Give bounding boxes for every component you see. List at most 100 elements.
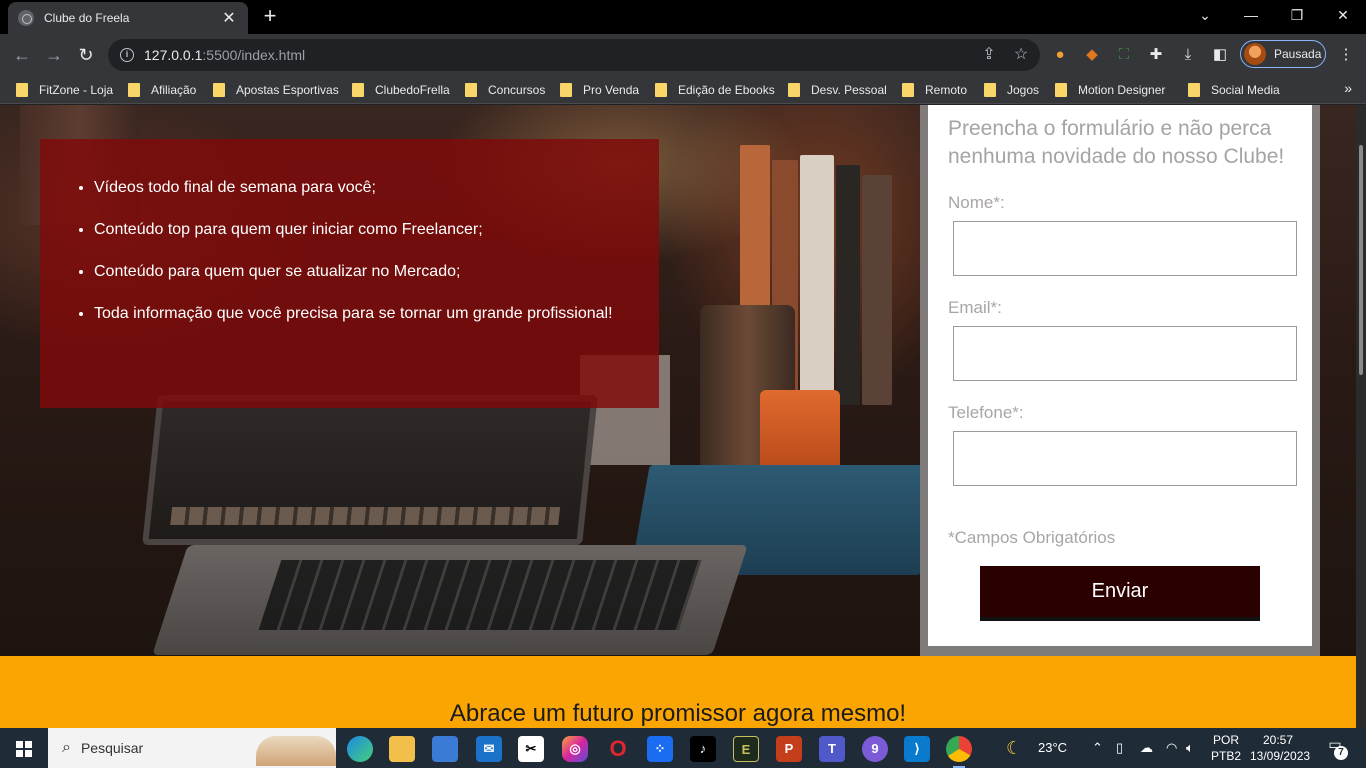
extension-frame-icon[interactable]: ⛶ — [1112, 43, 1136, 67]
bookmark-folder[interactable]: Concursos — [465, 82, 545, 98]
bookmark-folder[interactable]: Social Media — [1188, 82, 1280, 98]
share-icon[interactable]: ⇪ — [976, 39, 1002, 71]
bookmark-folder[interactable]: Jogos — [984, 82, 1039, 98]
background-book — [862, 175, 892, 405]
benefits-list: Vídeos todo final de semana para você; C… — [40, 139, 659, 324]
folder-icon — [465, 83, 477, 97]
clock-date: 13/09/2023 — [1250, 749, 1311, 763]
bookmark-label: Pro Venda — [583, 83, 640, 97]
benefits-box: Vídeos todo final de semana para você; C… — [40, 139, 659, 408]
bookmark-label: Desv. Pessoal — [811, 83, 887, 97]
bookmark-label: Social Media — [1211, 83, 1280, 97]
bookmark-label: Remoto — [925, 83, 968, 97]
bookmark-star-icon[interactable]: ☆ — [1008, 39, 1034, 71]
scrollbar-thumb[interactable] — [1359, 145, 1363, 375]
clock[interactable]: 20:57 13/09/2023 — [1250, 732, 1311, 764]
reload-icon[interactable]: ↻ — [74, 43, 98, 67]
extension-person-icon[interactable]: ● — [1048, 43, 1072, 67]
edge-icon[interactable] — [347, 736, 373, 762]
menu-kebab-icon[interactable]: ⋮ — [1334, 43, 1358, 67]
name-label: Nome*: — [948, 193, 1005, 212]
profile-label: Pausada — [1274, 47, 1322, 61]
language-indicator[interactable]: POR PTB2 — [1206, 732, 1246, 764]
folder-icon — [1188, 83, 1200, 97]
teams-icon[interactable]: T — [819, 736, 845, 762]
notifications-icon[interactable]: ▭ 7 — [1322, 736, 1348, 760]
folder-icon — [213, 83, 225, 97]
bookmark-folder[interactable]: Afiliação — [128, 82, 196, 98]
cloud-icon[interactable]: ☁ — [1140, 728, 1153, 768]
taskbar-search[interactable]: ⌕ Pesquisar — [48, 728, 336, 768]
new-tab-button[interactable]: + — [258, 4, 282, 28]
metamask-fox-icon[interactable]: ◆ — [1080, 43, 1104, 67]
signup-form-frame: Preencha o formulário e não perca nenhum… — [920, 105, 1320, 656]
side-panel-icon[interactable]: ◧ — [1208, 43, 1232, 67]
tab-title: Clube do Freela — [44, 11, 130, 25]
weather-temperature[interactable]: 23°C — [1038, 728, 1067, 768]
store-icon[interactable] — [432, 736, 458, 762]
start-button[interactable] — [0, 728, 48, 768]
name-field[interactable] — [953, 221, 1297, 276]
weather-moon-icon[interactable]: ☾ — [1006, 728, 1022, 768]
more-bookmarks-icon[interactable]: » — [1344, 80, 1352, 96]
restore-button[interactable]: ❐ — [1274, 0, 1320, 32]
profile-button[interactable]: Pausada — [1240, 40, 1326, 68]
search-placeholder: Pesquisar — [80, 740, 144, 756]
bookmark-folder[interactable]: Remoto — [902, 82, 967, 98]
app-e-icon[interactable]: E — [733, 736, 759, 762]
bookmark-folder[interactable]: Pro Venda — [560, 82, 639, 98]
forward-arrow-icon[interactable]: → — [42, 43, 66, 67]
opera-icon[interactable]: O — [605, 736, 631, 762]
tiktok-icon[interactable]: ♪ — [690, 736, 716, 762]
app-icon[interactable]: ⁘ — [647, 736, 673, 762]
bookmark-folder[interactable]: Apostas Esportivas — [213, 82, 339, 98]
instagram-icon[interactable]: ◎ — [562, 736, 588, 762]
folder-icon — [560, 83, 572, 97]
bookmark-label: Motion Designer — [1078, 83, 1166, 97]
avatar — [1244, 43, 1266, 65]
background-laptop-keyboard — [258, 560, 702, 630]
chrome-icon[interactable] — [946, 736, 972, 762]
site-info-icon[interactable]: i — [120, 48, 134, 62]
bookmark-folder[interactable]: Motion Designer — [1055, 82, 1165, 98]
app-badge-icon[interactable]: 9 — [862, 736, 888, 762]
bookmark-label: Edição de Ebooks — [678, 83, 775, 97]
close-tab-icon[interactable]: ✕ — [220, 8, 238, 28]
benefit-item: Conteúdo para quem quer se atualizar no … — [94, 261, 659, 282]
bookmark-folder[interactable]: FitZone - Loja — [16, 82, 113, 98]
extensions-puzzle-icon[interactable]: ✚ — [1144, 43, 1168, 67]
bookmark-folder[interactable]: ClubedoFrella — [352, 82, 450, 98]
download-icon[interactable]: ⤓ — [1176, 43, 1200, 67]
page-scrollbar[interactable] — [1356, 105, 1366, 728]
bookmark-label: Apostas Esportivas — [236, 83, 339, 97]
volume-icon[interactable]: 🔈︎ — [1186, 728, 1194, 768]
close-window-button[interactable]: ✕ — [1320, 0, 1366, 32]
chevron-up-icon[interactable]: ⌃ — [1092, 728, 1103, 768]
file-explorer-icon[interactable] — [389, 736, 415, 762]
background-laptop-screen — [142, 395, 598, 545]
form-heading: Preencha o formulário e não perca nenhum… — [948, 117, 1285, 168]
capcut-icon[interactable]: ✂ — [518, 736, 544, 762]
vscode-icon[interactable]: ⟩ — [904, 736, 930, 762]
tab-search-icon[interactable]: ⌄ — [1182, 0, 1228, 32]
powerpoint-icon[interactable]: P — [776, 736, 802, 762]
bookmark-label: Jogos — [1007, 83, 1040, 97]
wifi-icon[interactable]: ◠ — [1166, 728, 1177, 768]
phone-field[interactable] — [953, 431, 1297, 486]
globe-icon — [18, 10, 34, 26]
folder-icon — [984, 83, 996, 97]
email-field[interactable] — [953, 326, 1297, 381]
bookmark-folder[interactable]: Desv. Pessoal — [788, 82, 887, 98]
minimize-button[interactable]: — — [1228, 0, 1274, 32]
submit-button[interactable]: Enviar — [980, 566, 1260, 621]
mail-icon[interactable]: ✉ — [476, 736, 502, 762]
address-bar[interactable]: i 127.0.0.1:5500/index.html ⇪ ☆ — [108, 39, 1040, 71]
browser-tab[interactable]: Clube do Freela ✕ — [8, 2, 248, 34]
email-label: Email*: — [948, 298, 1002, 317]
device-icon[interactable]: ▯ — [1116, 728, 1123, 768]
background-toy-bus — [760, 390, 840, 470]
back-arrow-icon[interactable]: ← — [10, 43, 34, 67]
bookmark-folder[interactable]: Edição de Ebooks — [655, 82, 775, 98]
url-path: :5500/index.html — [202, 47, 306, 63]
folder-icon — [788, 83, 800, 97]
